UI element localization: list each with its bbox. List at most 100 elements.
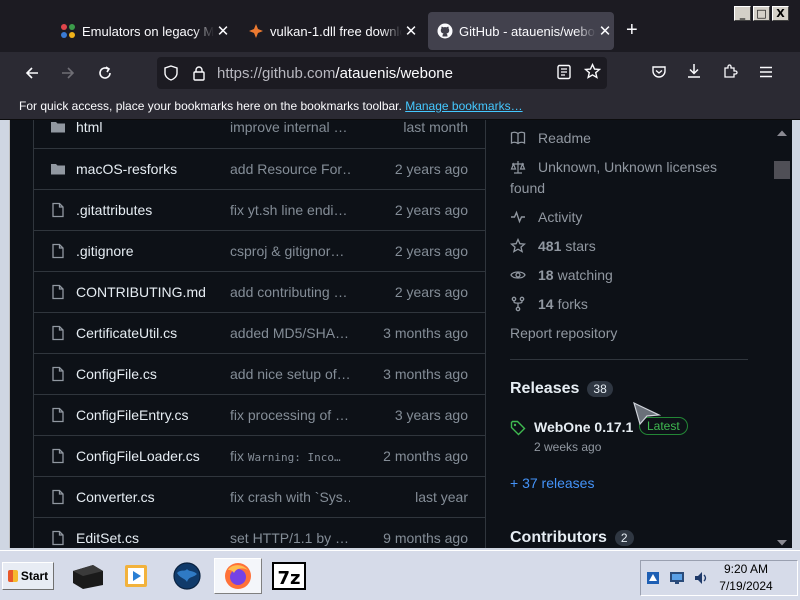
commit-message-link[interactable]: fix Warning: Inco… — [230, 448, 350, 464]
tab-emulators[interactable]: Emulators on legacy Mic ✕ — [52, 12, 232, 50]
bookmark-star-icon[interactable] — [583, 62, 602, 85]
taskbar-app-globe[interactable] — [163, 558, 211, 594]
close-tab-icon[interactable]: ✕ — [402, 22, 420, 40]
commit-message-link[interactable]: added MD5/SHA… — [230, 325, 350, 341]
commit-message-link[interactable]: add Resource For… — [230, 161, 350, 177]
scroll-up-arrow-icon[interactable] — [776, 124, 788, 142]
commit-message-text: fix crash with `Sys… — [230, 489, 350, 505]
report-repository-link[interactable]: Report repository — [510, 325, 617, 341]
contributors-heading[interactable]: Contributors 2 — [510, 529, 634, 547]
taskbar-app-terminal[interactable] — [63, 558, 111, 594]
file-row[interactable]: .gitignore csproj & gitignor… 2 years ago — [34, 230, 485, 271]
more-releases-link[interactable]: + 37 releases — [510, 475, 594, 491]
license-link[interactable]: Unknown, Unknown licenses — [510, 159, 717, 175]
watchers-link[interactable]: 18 watching — [510, 267, 613, 283]
commit-message-link[interactable]: set HTTP/1.1 by … — [230, 530, 350, 546]
page-scrollbar[interactable] — [772, 120, 792, 548]
stars-link[interactable]: 481 stars — [510, 238, 596, 254]
taskbar-app-media-player[interactable] — [112, 558, 160, 594]
folder-row[interactable]: html improve internal … last month — [34, 107, 485, 148]
commit-message-text: set HTTP/1.1 by … — [230, 530, 350, 546]
file-name-link[interactable]: macOS-resforks — [76, 161, 177, 177]
tab-vulkan[interactable]: vulkan-1.dll free downloa ✕ — [240, 12, 420, 50]
shield-icon[interactable] — [163, 65, 179, 86]
clock-time[interactable]: 9:20 AM — [718, 562, 774, 576]
commit-message-link[interactable]: add nice setup of… — [230, 366, 350, 382]
forks-link[interactable]: 14 forks — [510, 296, 588, 312]
taskbar-app-firefox[interactable] — [214, 558, 262, 594]
file-name-link[interactable]: CONTRIBUTING.md — [76, 284, 206, 300]
file-row[interactable]: CertificateUtil.cs added MD5/SHA… 3 months… — [34, 312, 485, 353]
commit-time: 3 years ago — [394, 407, 468, 423]
commit-message-link[interactable]: add contributing … — [230, 284, 350, 300]
commit-time: 3 months ago — [383, 366, 468, 382]
minimize-button[interactable]: _ — [734, 6, 751, 21]
new-tab-button[interactable]: + — [626, 20, 638, 40]
commit-message-link[interactable]: csproj & gitignor… — [230, 243, 350, 259]
contributors-title: Contributors — [510, 529, 607, 546]
file-name-link[interactable]: html — [76, 119, 102, 135]
tray-network-icon[interactable] — [669, 570, 685, 591]
tab-github[interactable]: GitHub - atauenis/webone ✕ — [428, 12, 614, 50]
tab-title: vulkan-1.dll free downloa — [270, 23, 402, 39]
file-row[interactable]: ConfigFile.cs add nice setup of… 3 months … — [34, 353, 485, 394]
file-name-link[interactable]: Converter.cs — [76, 489, 155, 505]
commit-message-text: improve internal … — [230, 119, 348, 135]
forward-button[interactable] — [56, 62, 80, 84]
url-text[interactable]: https://github.com/atauenis/webone — [217, 65, 453, 82]
commit-message-text: fix — [230, 448, 244, 464]
file-name-link[interactable]: .gitignore — [76, 243, 134, 259]
file-name-link[interactable]: CertificateUtil.cs — [76, 325, 177, 341]
releases-heading[interactable]: Releases 38 — [510, 380, 613, 398]
extensions-icon[interactable] — [722, 63, 738, 84]
file-name-link[interactable]: EditSet.cs — [76, 530, 139, 546]
commit-message-link[interactable]: improve internal … — [230, 119, 350, 135]
file-row[interactable]: ConfigFileLoader.cs fix Warning: Inco… 2 m… — [34, 435, 485, 476]
readme-link[interactable]: Readme — [510, 130, 591, 146]
close-tab-icon[interactable]: ✕ — [214, 22, 232, 40]
file-row[interactable]: ConfigFileEntry.cs fix processing of … 3 y… — [34, 394, 485, 435]
tray-volume-icon[interactable] — [693, 570, 709, 591]
file-row[interactable]: Converter.cs fix crash with `Sys… last yea… — [34, 476, 485, 517]
file-row[interactable]: CONTRIBUTING.md add contributing … 2 years… — [34, 271, 485, 312]
commit-message-text: add nice setup of… — [230, 366, 350, 382]
downloads-icon[interactable] — [686, 63, 702, 84]
taskbar-app-7zip[interactable]: 7z — [265, 558, 313, 594]
reload-button[interactable] — [93, 62, 117, 84]
latest-release-link[interactable]: WebOne 0.17.1 — [534, 419, 633, 435]
menu-hamburger-icon[interactable] — [758, 64, 774, 85]
maximize-button[interactable]: □ — [753, 6, 770, 21]
folder-row[interactable]: macOS-resforks add Resource For… 2 years a… — [34, 148, 485, 189]
tray-security-icon[interactable] — [645, 570, 661, 591]
url-path: /atauenis/webone — [335, 65, 453, 82]
file-icon — [50, 202, 66, 218]
file-name-link[interactable]: .gitattributes — [76, 202, 152, 218]
clock-date[interactable]: 7/19/2024 — [712, 579, 780, 593]
github-icon — [437, 23, 453, 39]
file-name-link[interactable]: ConfigFileLoader.cs — [76, 448, 200, 464]
scrollbar-thumb[interactable] — [774, 161, 790, 179]
commit-message-code: Warning: Inco… — [247, 451, 341, 464]
commit-message-link[interactable]: fix yt.sh line endi… — [230, 202, 350, 218]
license-label-line1: Unknown, Unknown licenses — [538, 159, 717, 175]
lock-icon[interactable] — [192, 65, 206, 86]
tab-favicon-icon — [248, 23, 264, 39]
reader-view-icon[interactable] — [556, 64, 572, 85]
start-button[interactable]: Start — [2, 562, 54, 590]
pocket-icon[interactable] — [651, 64, 667, 85]
7zip-icon: 7z — [272, 562, 306, 590]
commit-message-link[interactable]: fix processing of … — [230, 407, 350, 423]
activity-link[interactable]: Activity — [510, 209, 582, 225]
firefox-icon — [225, 563, 251, 589]
commit-message-link[interactable]: fix crash with `Sys… — [230, 489, 350, 505]
back-button[interactable] — [20, 62, 44, 84]
close-window-button[interactable]: X — [772, 6, 789, 21]
file-name-link[interactable]: ConfigFileEntry.cs — [76, 407, 189, 423]
globe-icon — [173, 562, 201, 590]
file-list: html improve internal … last month macOS-re… — [33, 119, 486, 548]
file-row[interactable]: .gitattributes fix yt.sh line endi… 2 year… — [34, 189, 485, 230]
folder-icon — [50, 119, 66, 135]
file-name-link[interactable]: ConfigFile.cs — [76, 366, 157, 382]
stars-count: 481 — [538, 238, 562, 254]
close-tab-icon[interactable]: ✕ — [596, 22, 614, 40]
